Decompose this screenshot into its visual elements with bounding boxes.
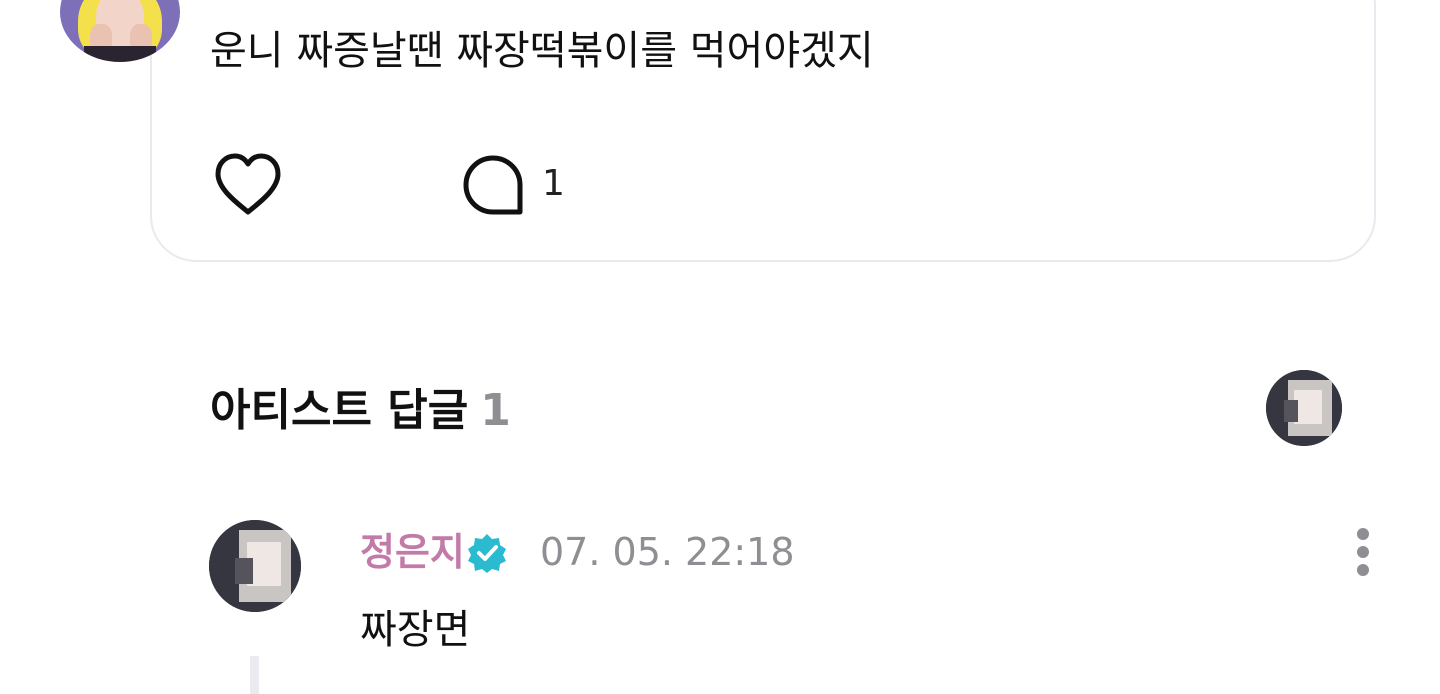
like-button[interactable] <box>210 150 286 220</box>
artist-replies-title: 아티스트 답글 1 <box>210 383 511 439</box>
artist-replies-title-text: 아티스트 답글 <box>210 385 469 436</box>
comment-count: 1 <box>542 163 565 204</box>
page: 운니 짜증날땐 짜장떡볶이를 먹어야겠지 1 아티스트 답글 1 정은지 07.… <box>0 0 1440 694</box>
artist-replies-count: 1 <box>480 385 511 436</box>
thread-line <box>250 656 259 694</box>
verified-badge-icon <box>466 532 508 574</box>
reply-timestamp: 07. 05. 22:18 <box>540 530 795 574</box>
comment-button[interactable] <box>458 150 528 220</box>
reply-author-avatar[interactable] <box>209 520 301 612</box>
post-text: 운니 짜증날땐 짜장떡볶이를 먹어야겠지 <box>210 28 874 74</box>
more-options-button[interactable] <box>1340 522 1386 582</box>
reply-author-name[interactable]: 정은지 <box>360 528 465 576</box>
vertical-dots-icon <box>1357 528 1369 540</box>
speech-bubble-icon <box>463 155 523 215</box>
heart-outline-icon <box>215 153 281 215</box>
artist-avatar[interactable] <box>1266 370 1342 446</box>
reply-text: 짜장면 <box>360 607 471 653</box>
